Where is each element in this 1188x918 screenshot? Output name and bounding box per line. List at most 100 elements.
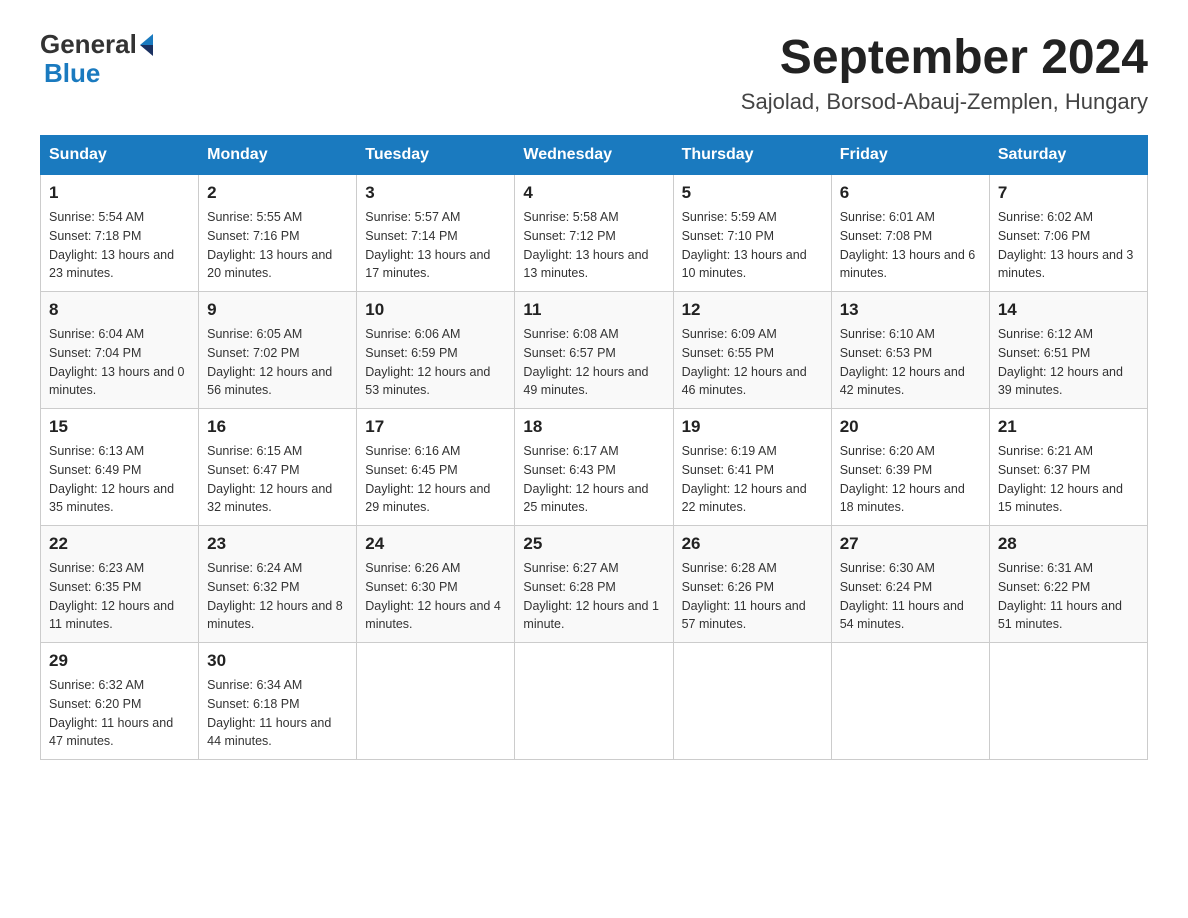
day-info: Sunrise: 6:15 AMSunset: 6:47 PMDaylight:… — [207, 442, 348, 517]
weekday-header-tuesday: Tuesday — [357, 136, 515, 175]
weekday-header-row: SundayMondayTuesdayWednesdayThursdayFrid… — [41, 136, 1148, 175]
day-number: 8 — [49, 300, 190, 320]
calendar-day-cell: 22 Sunrise: 6:23 AMSunset: 6:35 PMDayligh… — [41, 526, 199, 643]
calendar-day-cell — [515, 643, 673, 760]
calendar-day-cell: 9Sunrise: 6:05 AMSunset: 7:02 PMDaylight… — [199, 292, 357, 409]
day-number: 15 — [49, 417, 190, 437]
day-info: Sunrise: 6:24 AMSunset: 6:32 PMDaylight:… — [207, 559, 348, 634]
weekday-header-sunday: Sunday — [41, 136, 199, 175]
calendar-day-cell: 24 Sunrise: 6:26 AMSunset: 6:30 PMDayligh… — [357, 526, 515, 643]
calendar-week-row: 1 Sunrise: 5:54 AMSunset: 7:18 PMDaylight… — [41, 175, 1148, 292]
day-info: Sunrise: 6:06 AMSunset: 6:59 PMDaylight:… — [365, 325, 506, 400]
day-info: Sunrise: 6:32 AMSunset: 6:20 PMDaylight:… — [49, 676, 190, 751]
day-number: 3 — [365, 183, 506, 203]
calendar-day-cell: 30 Sunrise: 6:34 AMSunset: 6:18 PMDayligh… — [199, 643, 357, 760]
month-year-title: September 2024 — [741, 30, 1148, 85]
calendar-day-cell — [673, 643, 831, 760]
day-info: Sunrise: 6:34 AMSunset: 6:18 PMDaylight:… — [207, 676, 348, 751]
calendar-day-cell: 28 Sunrise: 6:31 AMSunset: 6:22 PMDayligh… — [989, 526, 1147, 643]
logo-blue-text: Blue — [40, 59, 153, 88]
day-number: 5 — [682, 183, 823, 203]
calendar-week-row: 22 Sunrise: 6:23 AMSunset: 6:35 PMDayligh… — [41, 526, 1148, 643]
day-number: 18 — [523, 417, 664, 437]
day-info: Sunrise: 5:54 AMSunset: 7:18 PMDaylight:… — [49, 208, 190, 283]
day-number: 26 — [682, 534, 823, 554]
day-number: 23 — [207, 534, 348, 554]
day-info: Sunrise: 5:58 AMSunset: 7:12 PMDaylight:… — [523, 208, 664, 283]
day-info: Sunrise: 6:27 AMSunset: 6:28 PMDaylight:… — [523, 559, 664, 634]
calendar-day-cell: 15 Sunrise: 6:13 AMSunset: 6:49 PMDayligh… — [41, 409, 199, 526]
calendar-week-row: 8Sunrise: 6:04 AMSunset: 7:04 PMDaylight… — [41, 292, 1148, 409]
calendar-day-cell: 19Sunrise: 6:19 AMSunset: 6:41 PMDayligh… — [673, 409, 831, 526]
calendar-day-cell: 27Sunrise: 6:30 AMSunset: 6:24 PMDayligh… — [831, 526, 989, 643]
weekday-header-wednesday: Wednesday — [515, 136, 673, 175]
day-info: Sunrise: 6:10 AMSunset: 6:53 PMDaylight:… — [840, 325, 981, 400]
calendar-day-cell: 7Sunrise: 6:02 AMSunset: 7:06 PMDaylight… — [989, 175, 1147, 292]
day-info: Sunrise: 5:55 AMSunset: 7:16 PMDaylight:… — [207, 208, 348, 283]
day-number: 4 — [523, 183, 664, 203]
day-info: Sunrise: 6:23 AMSunset: 6:35 PMDaylight:… — [49, 559, 190, 634]
calendar-day-cell: 26 Sunrise: 6:28 AMSunset: 6:26 PMDayligh… — [673, 526, 831, 643]
day-number: 14 — [998, 300, 1139, 320]
day-info: Sunrise: 6:21 AMSunset: 6:37 PMDaylight:… — [998, 442, 1139, 517]
day-number: 22 — [49, 534, 190, 554]
day-info: Sunrise: 5:59 AMSunset: 7:10 PMDaylight:… — [682, 208, 823, 283]
calendar-day-cell: 4 Sunrise: 5:58 AMSunset: 7:12 PMDaylight… — [515, 175, 673, 292]
day-info: Sunrise: 6:13 AMSunset: 6:49 PMDaylight:… — [49, 442, 190, 517]
day-number: 30 — [207, 651, 348, 671]
day-info: Sunrise: 6:20 AMSunset: 6:39 PMDaylight:… — [840, 442, 981, 517]
day-number: 28 — [998, 534, 1139, 554]
day-info: Sunrise: 6:08 AMSunset: 6:57 PMDaylight:… — [523, 325, 664, 400]
calendar-day-cell — [989, 643, 1147, 760]
calendar-day-cell: 20 Sunrise: 6:20 AMSunset: 6:39 PMDayligh… — [831, 409, 989, 526]
calendar-day-cell: 3 Sunrise: 5:57 AMSunset: 7:14 PMDaylight… — [357, 175, 515, 292]
day-number: 20 — [840, 417, 981, 437]
day-number: 16 — [207, 417, 348, 437]
day-info: Sunrise: 6:26 AMSunset: 6:30 PMDaylight:… — [365, 559, 506, 634]
calendar-day-cell: 1 Sunrise: 5:54 AMSunset: 7:18 PMDaylight… — [41, 175, 199, 292]
logo-general-text: General — [40, 30, 137, 59]
calendar-week-row: 29 Sunrise: 6:32 AMSunset: 6:20 PMDayligh… — [41, 643, 1148, 760]
calendar-day-cell: 18 Sunrise: 6:17 AMSunset: 6:43 PMDayligh… — [515, 409, 673, 526]
calendar-day-cell: 2Sunrise: 5:55 AMSunset: 7:16 PMDaylight… — [199, 175, 357, 292]
day-info: Sunrise: 5:57 AMSunset: 7:14 PMDaylight:… — [365, 208, 506, 283]
logo: General Blue — [40, 30, 153, 87]
weekday-header-saturday: Saturday — [989, 136, 1147, 175]
day-number: 29 — [49, 651, 190, 671]
day-info: Sunrise: 6:17 AMSunset: 6:43 PMDaylight:… — [523, 442, 664, 517]
day-info: Sunrise: 6:01 AMSunset: 7:08 PMDaylight:… — [840, 208, 981, 283]
day-number: 6 — [840, 183, 981, 203]
calendar-day-cell: 11 Sunrise: 6:08 AMSunset: 6:57 PMDayligh… — [515, 292, 673, 409]
calendar-day-cell: 29 Sunrise: 6:32 AMSunset: 6:20 PMDayligh… — [41, 643, 199, 760]
day-info: Sunrise: 6:12 AMSunset: 6:51 PMDaylight:… — [998, 325, 1139, 400]
location-subtitle: Sajolad, Borsod-Abauj-Zemplen, Hungary — [741, 89, 1148, 115]
day-info: Sunrise: 6:19 AMSunset: 6:41 PMDaylight:… — [682, 442, 823, 517]
day-number: 25 — [523, 534, 664, 554]
calendar-day-cell: 10Sunrise: 6:06 AMSunset: 6:59 PMDayligh… — [357, 292, 515, 409]
calendar-table: SundayMondayTuesdayWednesdayThursdayFrid… — [40, 135, 1148, 760]
day-number: 1 — [49, 183, 190, 203]
day-number: 11 — [523, 300, 664, 320]
title-block: September 2024 Sajolad, Borsod-Abauj-Zem… — [741, 30, 1148, 115]
day-info: Sunrise: 6:30 AMSunset: 6:24 PMDaylight:… — [840, 559, 981, 634]
calendar-day-cell: 17 Sunrise: 6:16 AMSunset: 6:45 PMDayligh… — [357, 409, 515, 526]
day-number: 17 — [365, 417, 506, 437]
weekday-header-monday: Monday — [199, 136, 357, 175]
day-number: 12 — [682, 300, 823, 320]
day-info: Sunrise: 6:16 AMSunset: 6:45 PMDaylight:… — [365, 442, 506, 517]
day-number: 21 — [998, 417, 1139, 437]
calendar-day-cell: 25 Sunrise: 6:27 AMSunset: 6:28 PMDayligh… — [515, 526, 673, 643]
calendar-day-cell — [357, 643, 515, 760]
calendar-day-cell: 23 Sunrise: 6:24 AMSunset: 6:32 PMDayligh… — [199, 526, 357, 643]
weekday-header-thursday: Thursday — [673, 136, 831, 175]
day-info: Sunrise: 6:09 AMSunset: 6:55 PMDaylight:… — [682, 325, 823, 400]
calendar-day-cell: 5 Sunrise: 5:59 AMSunset: 7:10 PMDaylight… — [673, 175, 831, 292]
calendar-day-cell: 21 Sunrise: 6:21 AMSunset: 6:37 PMDayligh… — [989, 409, 1147, 526]
day-info: Sunrise: 6:28 AMSunset: 6:26 PMDaylight:… — [682, 559, 823, 634]
calendar-day-cell: 14 Sunrise: 6:12 AMSunset: 6:51 PMDayligh… — [989, 292, 1147, 409]
day-info: Sunrise: 6:31 AMSunset: 6:22 PMDaylight:… — [998, 559, 1139, 634]
calendar-day-cell: 12 Sunrise: 6:09 AMSunset: 6:55 PMDayligh… — [673, 292, 831, 409]
day-number: 24 — [365, 534, 506, 554]
day-info: Sunrise: 6:02 AMSunset: 7:06 PMDaylight:… — [998, 208, 1139, 283]
page-header: General Blue September 2024 Sajolad, Bor… — [40, 30, 1148, 115]
